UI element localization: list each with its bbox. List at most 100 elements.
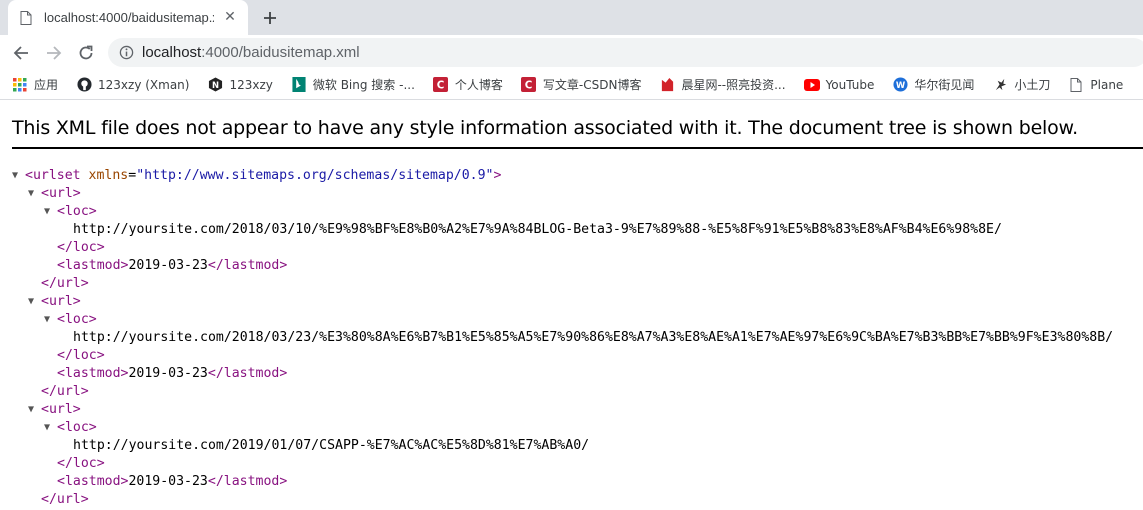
xml-tag: <url>	[41, 294, 81, 309]
bookmark-item[interactable]: Plane	[1068, 77, 1123, 93]
xml-tag: </loc>	[57, 240, 105, 255]
back-button[interactable]	[8, 40, 34, 66]
xml-style-notice: This XML file does not appear to have an…	[12, 117, 1078, 139]
collapse-arrow-icon[interactable]: ▼	[28, 293, 34, 311]
bookmark-item[interactable]: W 华尔街见闻	[892, 76, 974, 93]
new-tab-button[interactable]	[258, 6, 282, 30]
xml-tag: <url>	[41, 402, 81, 417]
forward-button[interactable]	[41, 40, 67, 66]
collapse-arrow-icon[interactable]: ▼	[44, 419, 50, 437]
xml-line-content: <loc>	[57, 203, 97, 221]
sitemap-loc-url: http://yoursite.com/2018/03/23/%E3%80%8A…	[73, 330, 1114, 345]
xml-line-content: <url>	[41, 401, 81, 419]
sitemap-lastmod-date: 2019-03-23	[128, 474, 208, 489]
youtube-icon	[803, 77, 820, 93]
xml-line-content: http://yoursite.com/2018/03/10/%E9%98%BF…	[73, 221, 1002, 239]
bookmark-item[interactable]: C 个人博客	[433, 76, 503, 93]
bookmark-item[interactable]: C 写文章-CSDN博客	[521, 76, 642, 93]
xml-tag: >	[493, 168, 502, 183]
morningstar-icon	[659, 77, 675, 93]
bookmark-label: 应用	[34, 78, 59, 92]
xml-tag: </loc>	[57, 348, 105, 363]
xml-tag: <loc>	[57, 204, 97, 219]
url-path: :4000/baidusitemap.xml	[201, 44, 360, 61]
bookmark-label: 小土刀	[1014, 78, 1051, 92]
bookmark-item[interactable]: 应用	[12, 76, 58, 93]
bookmark-item[interactable]: 小土刀	[992, 76, 1050, 93]
apps-grid-icon	[12, 77, 28, 93]
bookmark-item[interactable]: 微软 Bing 搜索 -...	[291, 76, 415, 93]
xml-tag: </url>	[41, 276, 89, 291]
info-icon[interactable]	[118, 45, 134, 61]
xml-tag: </url>	[41, 492, 89, 507]
xml-line-content: http://yoursite.com/2019/01/07/CSAPP-%E7…	[73, 437, 589, 455]
xml-line-content: </url>	[41, 383, 89, 401]
reload-icon	[79, 45, 93, 60]
xml-line-content: <lastmod>2019-03-23</lastmod>	[57, 365, 287, 383]
collapse-arrow-icon[interactable]: ▼	[12, 167, 18, 185]
bookmark-label: Plane	[1090, 77, 1124, 92]
svg-text:C: C	[437, 80, 445, 92]
xml-tag: </lastmod>	[207, 474, 288, 489]
page-icon	[18, 10, 34, 26]
sitemap-loc-url: http://yoursite.com/2019/01/07/CSAPP-%E7…	[73, 438, 590, 453]
bookmark-item[interactable]: N 123xzy	[207, 77, 273, 93]
page-icon	[1068, 77, 1084, 93]
address-bar[interactable]: localhost:4000/baidusitemap.xml	[108, 38, 1143, 67]
xml-line-content: <loc>	[57, 311, 97, 329]
collapse-arrow-icon[interactable]: ▼	[28, 185, 34, 203]
reload-button[interactable]	[73, 40, 99, 66]
github-icon	[76, 77, 92, 93]
close-icon[interactable]: ✕	[222, 9, 238, 25]
xml-tag: <lastmod>	[57, 474, 129, 489]
xml-tag: <urlset	[25, 168, 89, 183]
xml-line-content: </url>	[41, 275, 89, 293]
bookmark-item[interactable]: YouTube	[803, 77, 875, 93]
tab-strip: localhost:4000/baidusitemap.xml ✕	[0, 0, 1143, 35]
xml-tag: </url>	[41, 384, 89, 399]
active-tab[interactable]: localhost:4000/baidusitemap.xml ✕	[8, 0, 248, 35]
svg-text:C: C	[525, 80, 533, 92]
sitemap-loc-url: http://yoursite.com/2018/03/10/%E9%98%BF…	[73, 222, 1002, 237]
bing-icon	[291, 77, 307, 93]
bookmark-label: 写文章-CSDN博客	[542, 78, 642, 92]
bookmark-item[interactable]: 晨星网--照亮投资...	[659, 76, 786, 93]
xml-line-content: <loc>	[57, 419, 97, 437]
bookmark-label: 晨星网--照亮投资...	[681, 78, 786, 92]
collapse-arrow-icon[interactable]: ▼	[44, 311, 50, 329]
xml-tag: <lastmod>	[57, 366, 129, 381]
collapse-arrow-icon[interactable]: ▼	[44, 203, 50, 221]
xml-attr-value: "http://www.sitemaps.org/schemas/sitemap…	[136, 168, 494, 183]
arrow-left-icon	[13, 46, 28, 60]
ninja-icon	[992, 77, 1008, 93]
bookmark-label: 123xzy	[229, 77, 273, 92]
xml-line-content: </loc>	[57, 347, 105, 365]
csdn-icon: C	[433, 77, 449, 93]
xml-line-content: http://yoursite.com/2018/03/23/%E3%80%8A…	[73, 329, 1113, 347]
xml-line-content: <url>	[41, 293, 81, 311]
bookmark-label: 微软 Bing 搜索 -...	[312, 78, 415, 92]
sitemap-lastmod-date: 2019-03-23	[128, 366, 208, 381]
collapse-arrow-icon[interactable]: ▼	[28, 401, 34, 419]
xml-line-content: </loc>	[57, 455, 105, 473]
sitemap-lastmod-date: 2019-03-23	[128, 258, 208, 273]
xml-line-content: <lastmod>2019-03-23</lastmod>	[57, 257, 287, 275]
xml-tag: </lastmod>	[207, 366, 288, 381]
bookmark-label: YouTube	[825, 77, 875, 92]
xml-line-content: </url>	[41, 491, 89, 509]
bookmark-item[interactable]: 123xzy (Xman)	[76, 77, 189, 93]
xml-tag: <lastmod>	[57, 258, 129, 273]
tab-title: localhost:4000/baidusitemap.xml	[44, 10, 214, 25]
arrow-right-icon	[47, 46, 62, 60]
xml-tag: </loc>	[57, 456, 105, 471]
xml-tag: <url>	[41, 186, 81, 201]
xml-line-content: <urlset xmlns="http://www.sitemaps.org/s…	[25, 168, 502, 183]
browser-toolbar: localhost:4000/baidusitemap.xml	[0, 35, 1143, 70]
svg-text:N: N	[212, 80, 219, 90]
csdn-icon: C	[521, 77, 537, 93]
bookmark-label: 123xzy (Xman)	[98, 77, 190, 92]
hexo-icon: N	[207, 77, 223, 93]
xml-tag: <loc>	[57, 420, 97, 435]
xml-attr-name: xmlns	[88, 168, 129, 183]
url-host: localhost	[142, 44, 202, 61]
